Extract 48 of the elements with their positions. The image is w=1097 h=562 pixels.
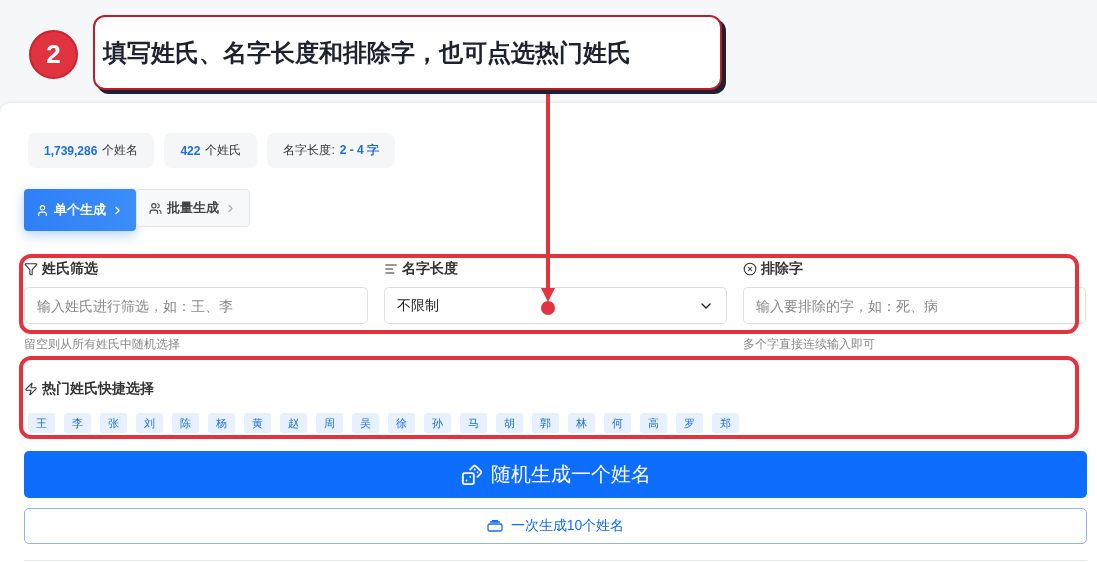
lines-icon bbox=[384, 262, 398, 276]
surname-chip[interactable]: 李 bbox=[64, 413, 91, 433]
surname-chip[interactable]: 刘 bbox=[136, 413, 163, 433]
user-icon bbox=[36, 203, 49, 217]
stat-label: 名字长度: bbox=[283, 142, 335, 159]
stat-value: 1,739,286 bbox=[44, 143, 98, 158]
surname-chip[interactable]: 张 bbox=[100, 413, 127, 433]
dice-icon bbox=[460, 463, 483, 486]
stat-label: 个姓氏 bbox=[205, 142, 242, 159]
section-title: 热门姓氏快捷选择 bbox=[42, 380, 154, 398]
field-label: 姓氏筛选 bbox=[42, 260, 98, 278]
surname-chip[interactable]: 吴 bbox=[352, 413, 379, 433]
stat-value: 2 - 4 字 bbox=[339, 142, 380, 159]
surname-chip[interactable]: 陈 bbox=[172, 413, 199, 433]
lightning-icon bbox=[24, 382, 38, 396]
batch-generate-button[interactable]: 一次生成10个姓名 bbox=[24, 508, 1087, 544]
surname-chip[interactable]: 胡 bbox=[496, 413, 523, 433]
step-badge: 2 bbox=[29, 30, 78, 79]
users-icon bbox=[149, 201, 162, 215]
filter-icon bbox=[24, 262, 38, 276]
surname-chip[interactable]: 赵 bbox=[280, 413, 307, 433]
input-field[interactable]: 输入姓氏进行筛选，如：王、李 bbox=[24, 287, 368, 324]
field-hint: 多个字直接连续输入即可 bbox=[743, 336, 876, 353]
surname-chip[interactable]: 高 bbox=[640, 413, 667, 433]
stat-label: 个姓名 bbox=[102, 142, 139, 159]
surname-chip[interactable]: 杨 bbox=[208, 413, 235, 433]
field-hint: 留空则从所有姓氏中随机选择 bbox=[24, 336, 181, 353]
surname-chip[interactable]: 马 bbox=[460, 413, 487, 433]
surname-chip[interactable]: 徐 bbox=[388, 413, 415, 433]
surname-chip[interactable]: 孙 bbox=[424, 413, 451, 433]
circle-x-icon bbox=[743, 262, 757, 276]
surname-chip[interactable]: 何 bbox=[604, 413, 631, 433]
length-select[interactable]: 不限制 bbox=[384, 287, 727, 324]
tab[interactable]: 单个生成 bbox=[24, 189, 136, 231]
field-label: 名字长度 bbox=[402, 260, 458, 278]
surname-chip[interactable]: 王 bbox=[28, 413, 55, 433]
generate-button[interactable]: 随机生成一个姓名 bbox=[24, 451, 1087, 498]
tray-icon bbox=[486, 520, 503, 532]
stat-value: 422 bbox=[180, 143, 201, 158]
surname-chip[interactable]: 郭 bbox=[532, 413, 559, 433]
surname-chip[interactable]: 郑 bbox=[712, 413, 739, 433]
tab[interactable]: 批量生成 bbox=[136, 189, 250, 227]
field-label: 排除字 bbox=[761, 260, 803, 278]
surname-chip[interactable]: 周 bbox=[316, 413, 343, 433]
surname-chip[interactable]: 黄 bbox=[244, 413, 271, 433]
input-field[interactable]: 输入要排除的字，如：死、病 bbox=[743, 287, 1086, 324]
surname-chip[interactable]: 林 bbox=[568, 413, 595, 433]
surname-chip[interactable]: 罗 bbox=[676, 413, 703, 433]
